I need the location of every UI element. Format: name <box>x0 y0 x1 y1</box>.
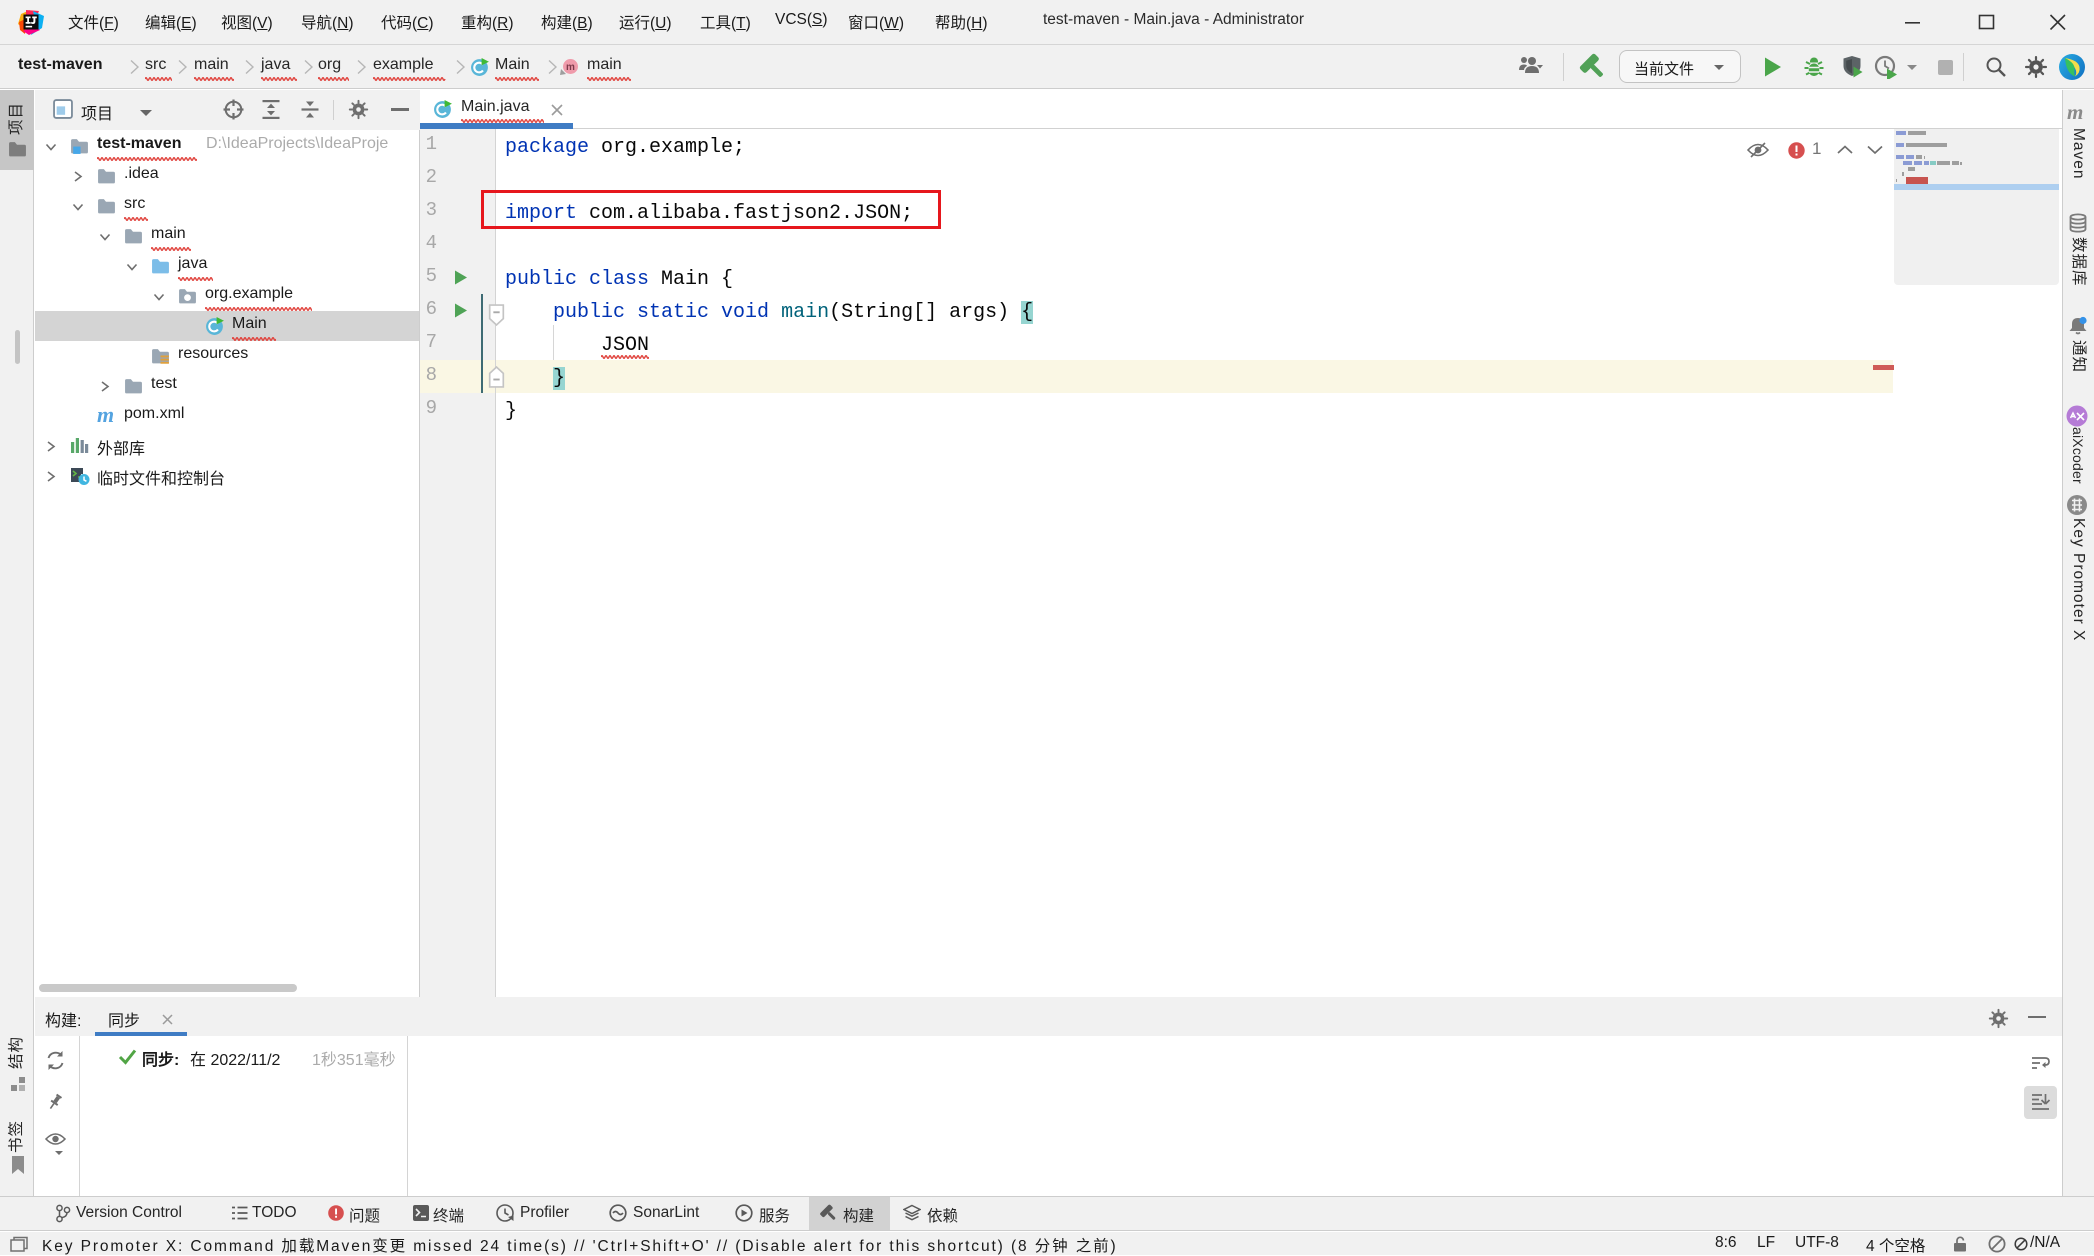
svg-text:m: m <box>566 62 575 73</box>
